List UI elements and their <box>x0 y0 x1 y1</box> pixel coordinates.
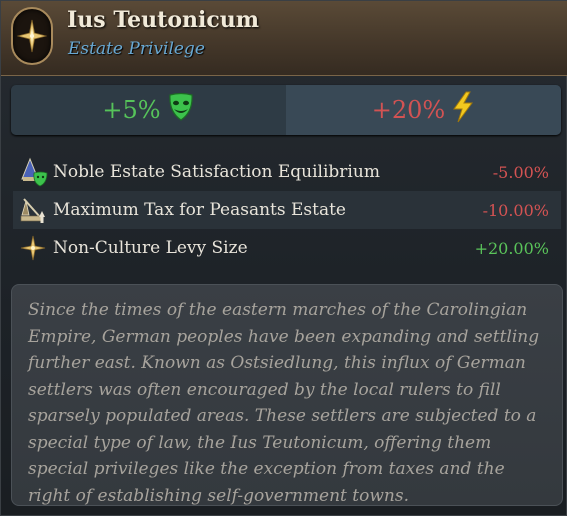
privilege-tooltip: Ius Teutonicum Estate Privilege +5% +20% <box>0 0 567 516</box>
levy-star-icon <box>13 233 53 263</box>
privilege-type: Estate Privilege <box>68 39 205 59</box>
levy-summary[interactable]: +20% <box>286 85 561 135</box>
modifier-row[interactable]: Noble Estate Satisfaction Equilibrium -5… <box>13 153 561 191</box>
modifier-value: +20.00% <box>474 238 549 258</box>
lightning-bolt-icon <box>451 91 475 129</box>
modifier-label: Non-Culture Levy Size <box>53 238 248 258</box>
satisfaction-value: +5% <box>102 96 161 124</box>
modifier-row[interactable]: Maximum Tax for Peasants Estate -10.00% <box>13 191 561 229</box>
tooltip-header: Ius Teutonicum Estate Privilege <box>1 1 567 76</box>
modifier-row[interactable]: Non-Culture Levy Size +20.00% <box>13 229 561 267</box>
modifier-label: Noble Estate Satisfaction Equilibrium <box>53 162 380 182</box>
privilege-title: Ius Teutonicum <box>67 7 260 33</box>
privilege-description: Since the times of the eastern marches o… <box>11 284 563 506</box>
summary-bar: +5% +20% <box>11 85 561 135</box>
modifier-label: Maximum Tax for Peasants Estate <box>53 200 346 220</box>
modifier-list: Noble Estate Satisfaction Equilibrium -5… <box>13 153 561 267</box>
satisfaction-summary[interactable]: +5% <box>11 85 286 135</box>
peasants-tax-icon <box>13 195 53 225</box>
modifier-value: -5.00% <box>492 162 549 182</box>
happy-mask-icon <box>167 92 195 128</box>
modifier-value: -10.00% <box>482 200 549 220</box>
compass-star-icon <box>11 7 53 65</box>
levy-value: +20% <box>371 96 446 124</box>
noble-estate-satisfaction-icon <box>13 157 53 187</box>
